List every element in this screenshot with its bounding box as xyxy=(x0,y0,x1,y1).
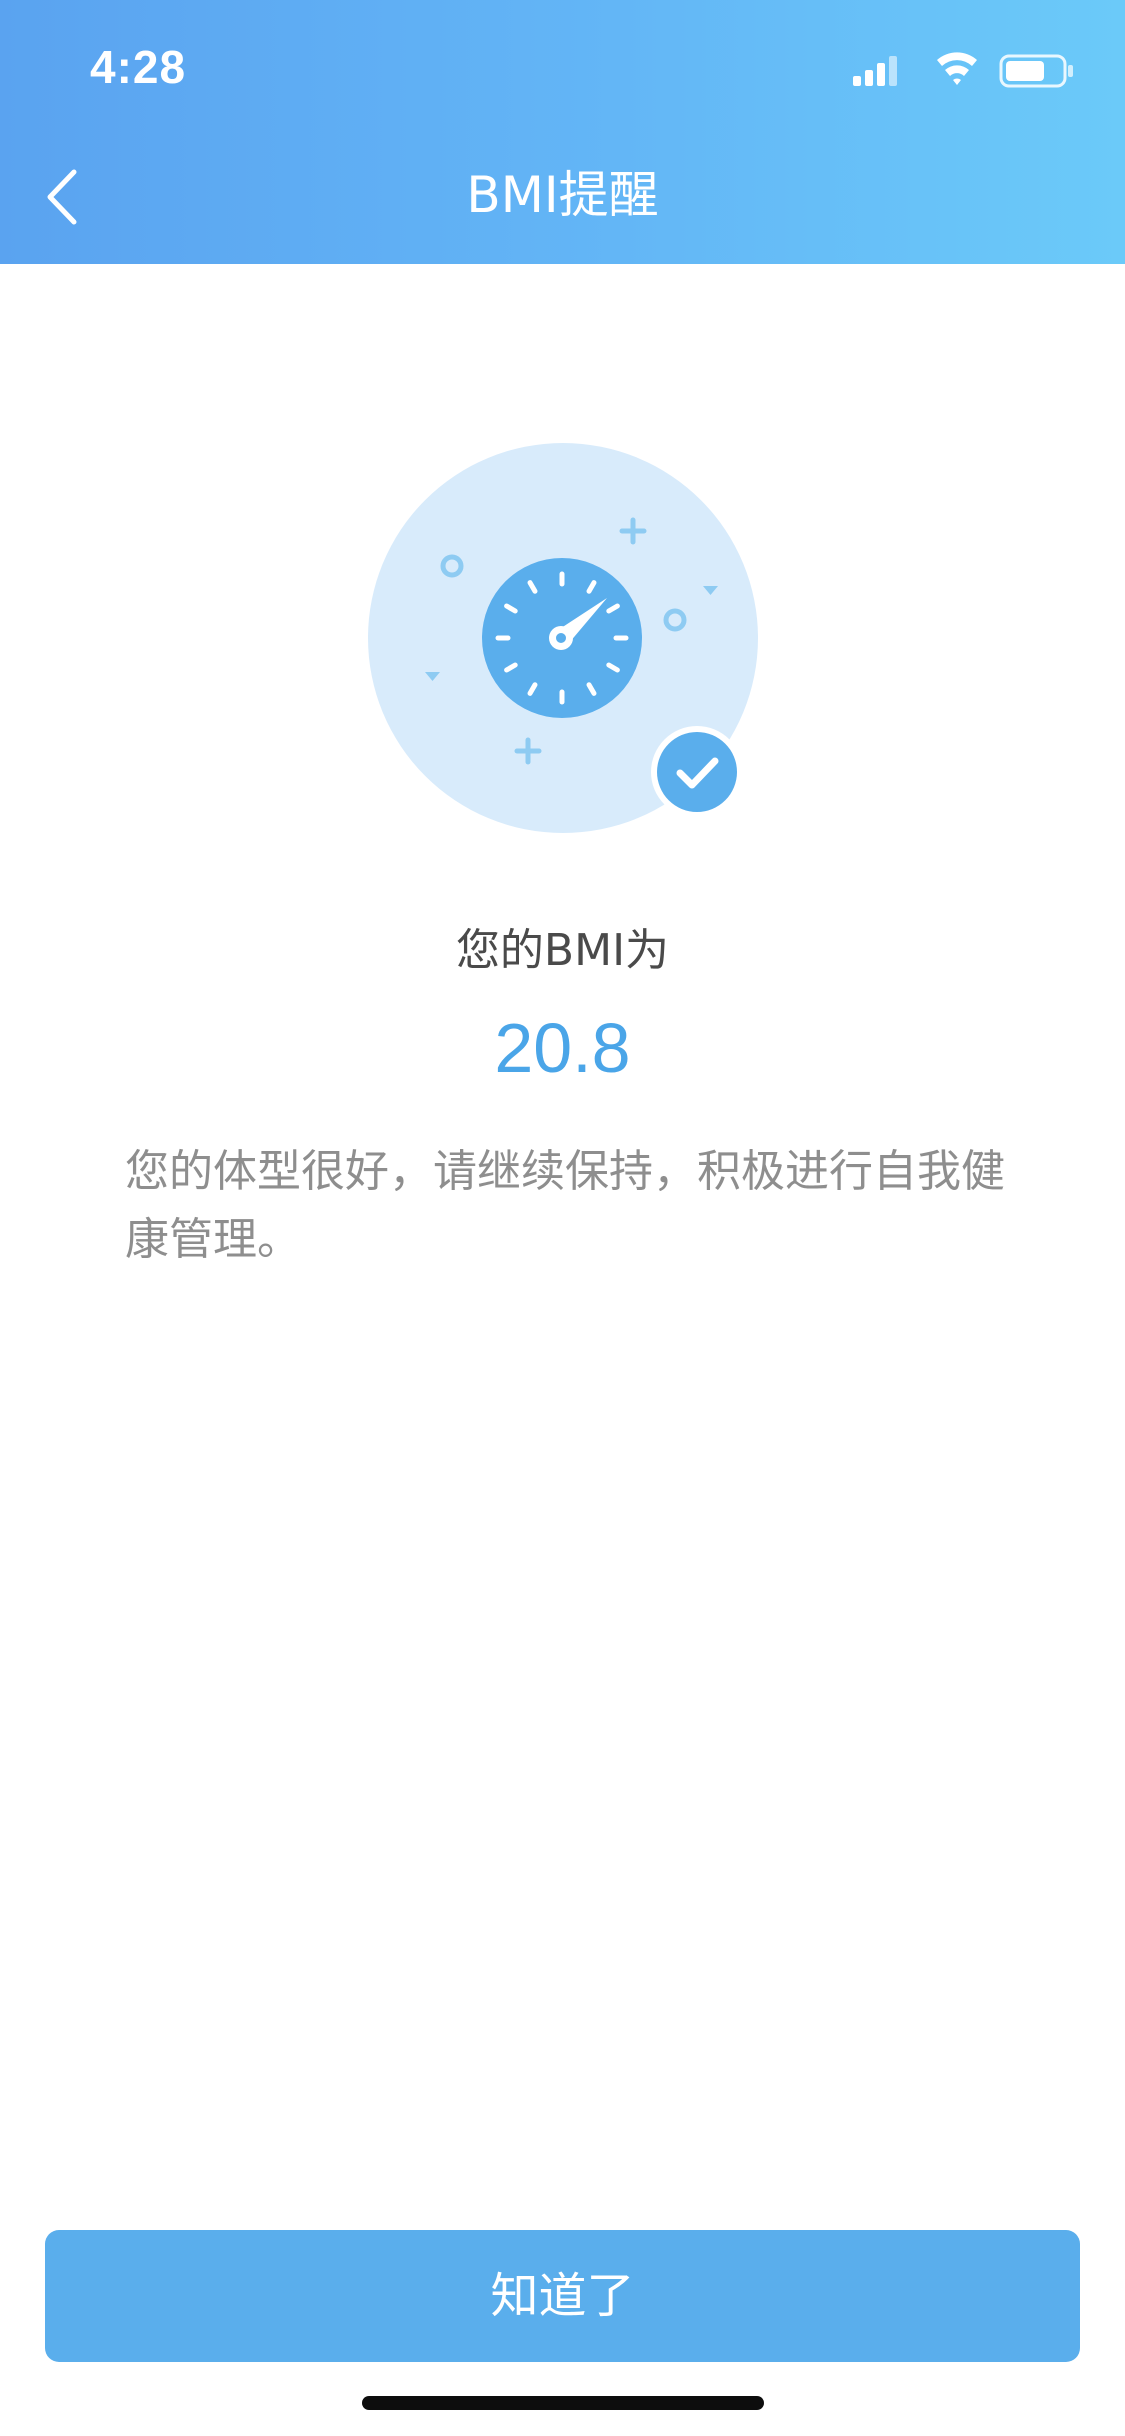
acknowledge-button[interactable]: 知道了 xyxy=(45,2230,1080,2362)
header-bar: 4:28 BMI提醒 xyxy=(0,0,1125,264)
battery-icon xyxy=(999,54,1073,88)
bmi-label: 您的BMI为 xyxy=(455,925,670,976)
page-title: BMI提醒 xyxy=(466,166,659,224)
bmi-illustration xyxy=(368,443,758,833)
wifi-icon xyxy=(937,52,977,85)
status-icons xyxy=(853,52,1073,88)
cellular-signal-icon xyxy=(853,56,897,86)
advice-text: 您的体型很好，请继续保持，积极进行自我健康管理。 xyxy=(125,1146,1005,1265)
status-time: 4:28 xyxy=(90,41,187,93)
bmi-value: 20.8 xyxy=(494,1009,631,1087)
check-circle-icon xyxy=(651,726,743,818)
home-indicator[interactable] xyxy=(362,2396,764,2410)
gauge-icon xyxy=(482,558,642,718)
